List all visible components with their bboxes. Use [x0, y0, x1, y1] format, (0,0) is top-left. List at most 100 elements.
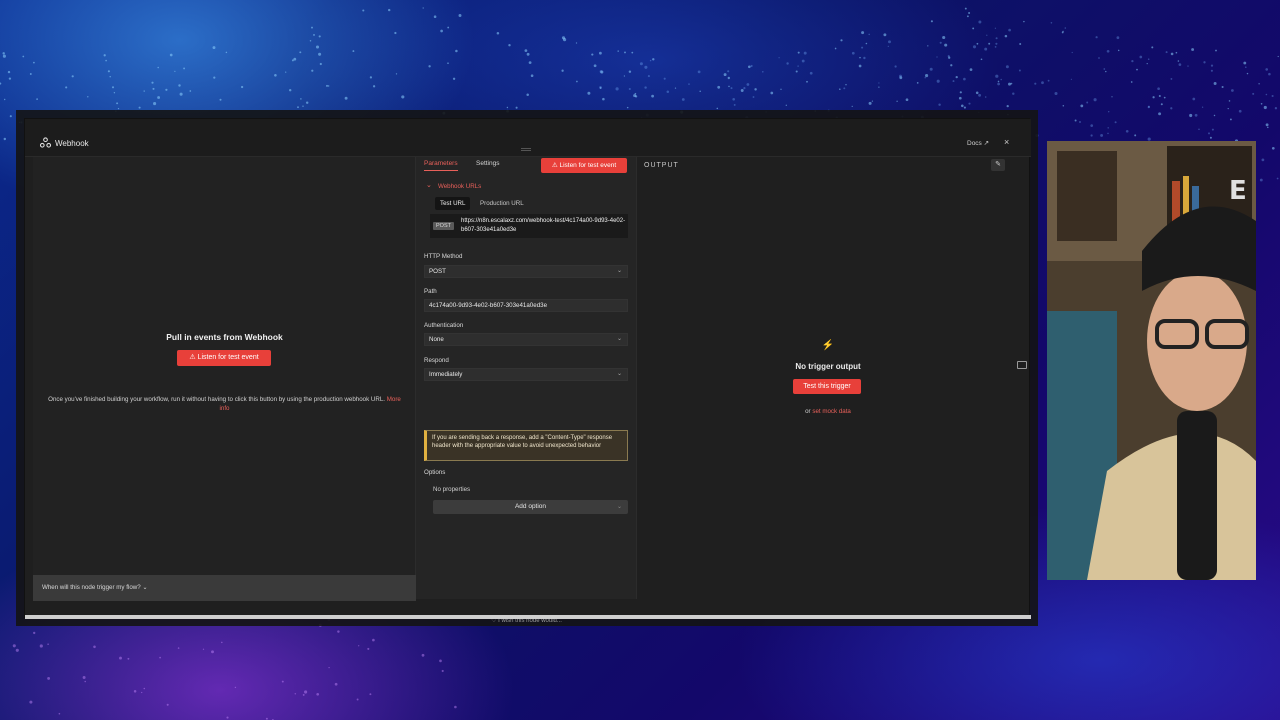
- particle-dot: [213, 76, 216, 79]
- listen-test-event-button-top[interactable]: ⚠ Listen for test event: [541, 158, 627, 173]
- particle-dot: [1106, 49, 1110, 53]
- particle-dot: [1192, 97, 1196, 101]
- particle-dot: [318, 52, 322, 56]
- particle-dot: [8, 77, 12, 80]
- pencil-icon[interactable]: ✎: [991, 159, 1005, 171]
- add-option-button[interactable]: Add option ⌄: [433, 500, 628, 514]
- particle-dot: [927, 45, 929, 47]
- docs-link[interactable]: Docs ↗: [967, 139, 989, 147]
- particle-dot: [975, 91, 979, 95]
- particle-dot: [117, 107, 120, 110]
- particle-dot: [976, 42, 979, 45]
- particle-dot: [1276, 177, 1279, 180]
- particle-dot: [297, 106, 299, 109]
- particle-dot: [1243, 61, 1247, 65]
- path-label: Path: [424, 288, 437, 295]
- drag-handle[interactable]: [521, 148, 531, 151]
- particle-dot: [1107, 132, 1109, 135]
- particle-dot: [896, 100, 898, 102]
- particle-dot: [178, 84, 181, 87]
- particle-dot: [325, 84, 329, 87]
- particle-dot: [166, 703, 169, 706]
- close-icon[interactable]: ×: [1004, 137, 1009, 147]
- particle-dot: [1080, 104, 1084, 108]
- particle-dot: [305, 101, 309, 104]
- http-method-select[interactable]: POST ⌄: [424, 265, 628, 278]
- particle-dot: [963, 77, 966, 81]
- chevron-down-icon[interactable]: ⌄: [426, 181, 432, 189]
- particle-dot: [1035, 133, 1039, 138]
- particle-dot: [225, 51, 228, 54]
- http-method-label: HTTP Method: [424, 253, 463, 260]
- output-panel: OUTPUT ✎ ⚡ No trigger output Test this t…: [637, 157, 1019, 599]
- particle-dot: [1054, 91, 1058, 96]
- particle-dot: [994, 46, 997, 48]
- particle-dot: [834, 47, 837, 50]
- particle-dot: [843, 87, 846, 90]
- tab-parameters[interactable]: Parameters: [424, 160, 458, 171]
- particle-dot: [809, 71, 813, 75]
- path-input[interactable]: 4c174a00-9d93-4e02-b607-303e41a0ed3e: [424, 299, 628, 312]
- authentication-select[interactable]: None ⌄: [424, 333, 628, 346]
- particle-dot: [1265, 123, 1269, 127]
- options-label: Options: [424, 469, 446, 476]
- webhook-url-box[interactable]: POST https://n8n.escalaxz.com/webhook-te…: [430, 214, 628, 238]
- particle-dot: [728, 85, 730, 88]
- tab-production-url[interactable]: Production URL: [475, 197, 529, 210]
- particle-dot: [883, 33, 887, 37]
- tab-settings[interactable]: Settings: [476, 160, 500, 167]
- set-mock-data-link[interactable]: set mock data: [812, 408, 851, 415]
- trigger-question-toggle[interactable]: When will this node trigger my flow? ⌄: [33, 575, 416, 601]
- warning-icon: ⚠: [189, 354, 196, 361]
- particle-dot: [1177, 60, 1180, 62]
- particle-dot: [454, 705, 457, 709]
- horizontal-scrollbar[interactable]: [25, 615, 1031, 619]
- particle-dot: [372, 85, 376, 88]
- particle-dot: [730, 87, 733, 90]
- particle-dot: [878, 82, 880, 84]
- respond-label: Respond: [424, 357, 449, 364]
- particle-dot: [942, 35, 946, 40]
- particle-dot: [33, 61, 35, 64]
- webhook-urls-toggle[interactable]: Webhook URLs: [438, 183, 481, 190]
- particle-dot: [299, 51, 302, 54]
- webhook-url[interactable]: https://n8n.escalaxz.com/webhook-test/4c…: [461, 217, 626, 235]
- lightning-icon: ⚡: [821, 340, 835, 351]
- listen-test-event-button[interactable]: ⚠ Listen for test event: [177, 350, 271, 366]
- particle-dot: [1191, 48, 1195, 51]
- particle-dot: [978, 93, 982, 97]
- particle-dot: [219, 98, 222, 101]
- particle-dot: [754, 88, 757, 91]
- particle-dot: [1210, 69, 1213, 72]
- test-trigger-button[interactable]: Test this trigger: [793, 379, 861, 394]
- particle-dot: [433, 15, 437, 18]
- particle-dot: [859, 56, 861, 59]
- particle-dot: [143, 90, 145, 92]
- particle-dot: [717, 85, 721, 89]
- respond-select[interactable]: Immediately ⌄: [424, 368, 628, 381]
- particle-dot: [202, 648, 205, 650]
- particle-dot: [968, 102, 971, 105]
- particle-dot: [839, 88, 841, 90]
- chevron-down-icon: ⌄: [616, 336, 622, 342]
- particle-dot: [1064, 27, 1067, 29]
- particle-dot: [888, 40, 891, 44]
- pin-icon[interactable]: [1017, 361, 1027, 369]
- particle-dot: [958, 96, 962, 100]
- particle-dot: [1213, 114, 1216, 117]
- particle-dot: [0, 82, 2, 85]
- tab-test-url[interactable]: Test URL: [435, 197, 471, 210]
- particle-dot: [1229, 118, 1232, 121]
- particle-dot: [1258, 83, 1260, 85]
- particle-dot: [624, 51, 626, 54]
- particle-dot: [995, 42, 998, 45]
- particle-dot: [119, 656, 122, 660]
- particle-dot: [29, 73, 32, 75]
- particle-dot: [328, 666, 330, 669]
- particle-dot: [645, 113, 649, 117]
- particle-dot: [524, 49, 528, 52]
- particle-dot: [988, 42, 991, 45]
- particle-dot: [318, 35, 321, 38]
- particle-dot: [634, 92, 637, 95]
- particle-dot: [240, 85, 244, 89]
